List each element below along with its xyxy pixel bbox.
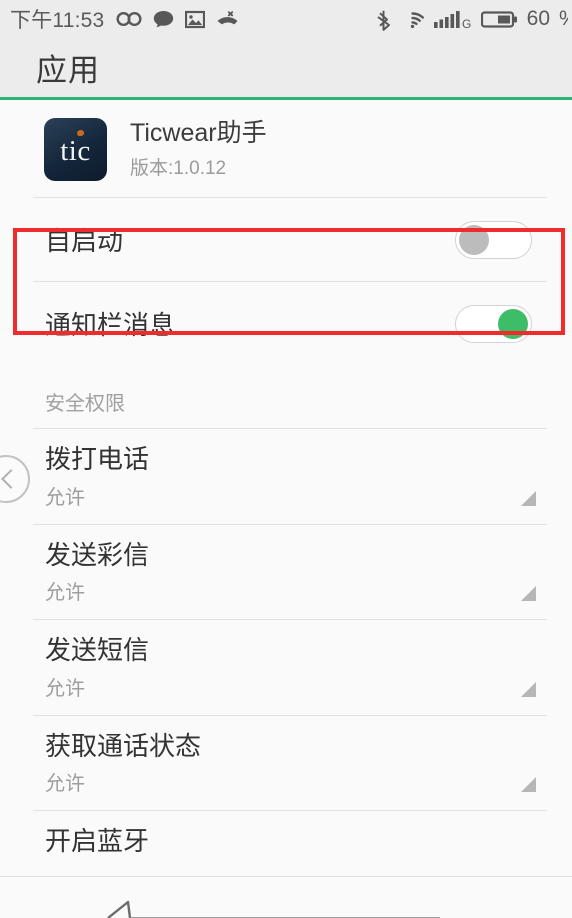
permission-row-sms[interactable]: 发送短信 允许 xyxy=(0,620,572,715)
infinity-icon xyxy=(116,10,142,28)
app-version: 版本:1.0.12 xyxy=(130,158,227,180)
status-bar-clock: 下午11:53 xyxy=(10,9,105,32)
chevron-left-icon xyxy=(1,469,21,489)
missed-call-icon xyxy=(216,10,239,29)
setting-label-notifications: 通知栏消息 xyxy=(45,310,176,340)
permission-value: 允许 xyxy=(45,486,85,509)
battery-icon xyxy=(480,9,518,29)
permission-title: 发送短信 xyxy=(45,635,150,665)
permission-value: 允许 xyxy=(45,677,85,700)
setting-row-autostart[interactable]: 自启动 xyxy=(0,198,572,281)
section-header-security-permissions: 安全权限 xyxy=(45,393,125,415)
setting-row-notifications[interactable]: 通知栏消息 xyxy=(0,282,572,365)
message-bubble-icon xyxy=(153,10,174,29)
status-bar-system-icons: G 60 % xyxy=(376,7,568,31)
toggle-knob xyxy=(459,224,489,255)
permission-title: 发送彩信 xyxy=(45,539,150,570)
setting-label-autostart: 自启动 xyxy=(45,226,124,256)
nav-gesture-hint-icon xyxy=(107,900,440,918)
expand-triangle-icon[interactable] xyxy=(521,681,536,697)
app-icon: tic xyxy=(44,118,107,181)
svg-text:G: G xyxy=(462,17,471,29)
permission-row-call[interactable]: 拨打电话 允许 xyxy=(0,429,572,524)
battery-percent-value: 60 xyxy=(526,7,550,30)
expand-triangle-icon[interactable] xyxy=(521,490,536,506)
image-icon xyxy=(185,10,206,29)
signal-bars-icon: G xyxy=(433,9,472,31)
permission-row-mms[interactable]: 发送彩信 允许 xyxy=(0,525,572,620)
battery-percent-symbol: % xyxy=(559,7,568,31)
page-title: 应用 xyxy=(36,53,100,88)
permission-value: 允许 xyxy=(45,773,85,795)
app-meta: Ticwear助手 版本:1.0.12 xyxy=(130,119,267,181)
expand-triangle-icon[interactable] xyxy=(521,777,536,792)
bluetooth-icon xyxy=(376,8,391,31)
permission-title: 开启蓝牙 xyxy=(45,826,150,856)
status-bar: 下午11:53 G 60 xyxy=(0,0,572,38)
app-icon-label: tic xyxy=(60,135,91,167)
wifi-icon xyxy=(400,9,425,29)
permission-title: 获取通话状态 xyxy=(45,730,202,761)
status-bar-notification-icons xyxy=(116,10,239,29)
page-header: 应用 xyxy=(0,38,572,100)
app-name: Ticwear助手 xyxy=(130,118,267,147)
permission-value: 允许 xyxy=(45,582,85,604)
expand-triangle-icon[interactable] xyxy=(521,586,536,601)
divider xyxy=(0,876,572,877)
bottom-nav-overlay xyxy=(0,876,572,918)
toggle-notifications[interactable] xyxy=(455,304,532,343)
toggle-autostart[interactable] xyxy=(455,220,532,259)
permission-title: 拨打电话 xyxy=(45,444,150,474)
permission-row-call-state[interactable]: 获取通话状态 允许 xyxy=(0,716,572,811)
toggle-knob xyxy=(498,308,528,339)
phone-screen: 下午11:53 G 60 应用 tic Ticwear助手 版本:1.0.12 … xyxy=(0,0,572,918)
app-summary-row: tic Ticwear助手 版本:1.0.12 xyxy=(0,100,572,197)
settings-content[interactable]: tic Ticwear助手 版本:1.0.12 自启动 通知栏消息 安全权限 拨… xyxy=(0,100,572,915)
